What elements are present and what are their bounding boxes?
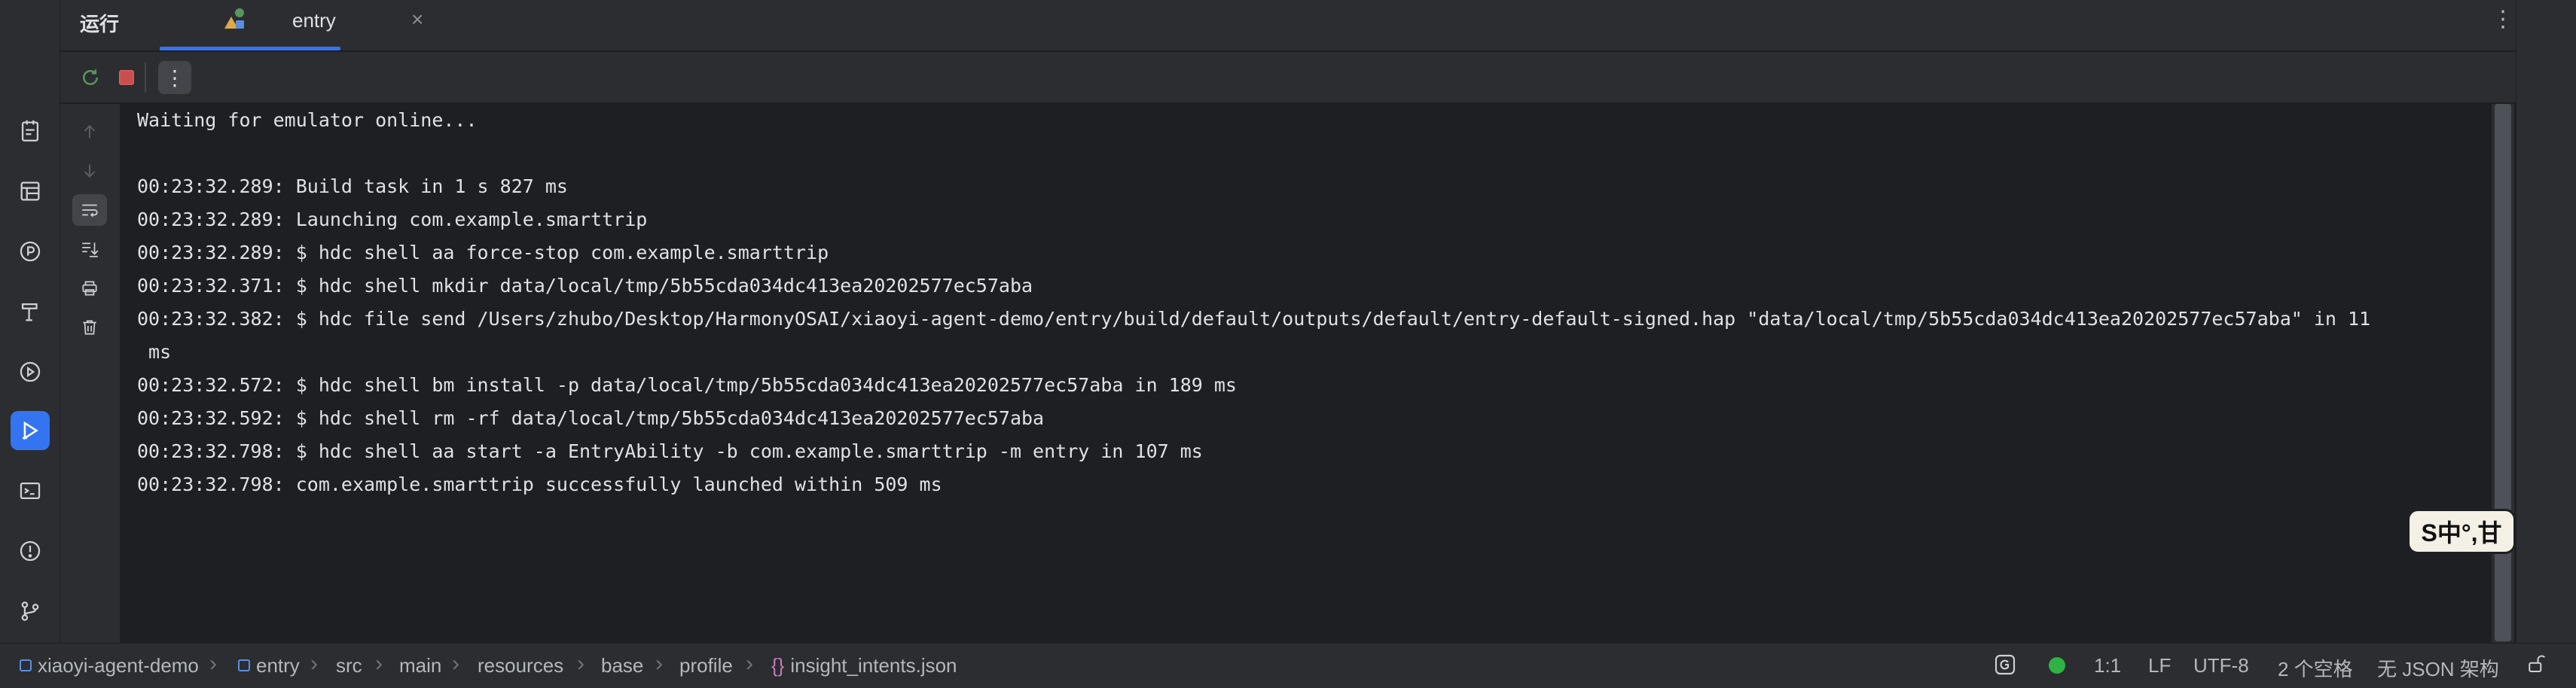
module-run-config-icon xyxy=(221,6,249,33)
breadcrumb-separator: › xyxy=(655,651,663,676)
left-tool-strip xyxy=(0,0,60,643)
console-line: 00:23:32.289: $ hdc shell aa force-stop … xyxy=(137,242,829,263)
caret-position[interactable]: 1:1 xyxy=(2094,654,2121,677)
console-line: 00:23:32.289: Launching com.example.smar… xyxy=(137,209,648,230)
terminal-icon[interactable] xyxy=(11,471,50,510)
json-file-icon: {} xyxy=(771,654,785,677)
run-icon[interactable] xyxy=(11,411,50,450)
more-options-icon[interactable]: ⋮ xyxy=(2492,6,2514,32)
print-icon[interactable] xyxy=(72,272,107,304)
status-bar: xiaoyi-agent-demo › entry › src › main ›… xyxy=(0,643,2576,688)
breadcrumb-separator: › xyxy=(746,651,753,676)
indent-setting[interactable]: 2 个空格 xyxy=(2278,654,2353,682)
toolbar-more-icon[interactable]: ⋮ xyxy=(158,61,191,94)
console-line: 00:23:32.382: $ hdc file send /Users/zhu… xyxy=(137,308,2371,330)
console-line: 00:23:32.371: $ hdc shell mkdir data/loc… xyxy=(137,275,1033,297)
breadcrumb-separator: › xyxy=(310,651,318,676)
right-tool-strip xyxy=(2516,0,2576,643)
breadcrumb-item-project[interactable]: xiaoyi-agent-demo xyxy=(20,654,199,677)
scroll-down-icon[interactable] xyxy=(72,155,107,187)
breadcrumb-separator: › xyxy=(452,651,459,676)
console-line: 00:23:32.798: $ hdc shell aa start -a En… xyxy=(137,440,1203,462)
status-indicator-dot[interactable] xyxy=(2049,657,2065,674)
module-icon xyxy=(20,659,32,671)
console-line: 00:23:32.289: Build task in 1 s 827 ms xyxy=(137,175,568,197)
breadcrumb-item-resources[interactable]: resources xyxy=(478,654,563,677)
problems-icon[interactable] xyxy=(11,531,50,571)
rerun-icon[interactable] xyxy=(74,61,107,94)
ide-window: 运行 entry × ⋮ ⋮ Waiting for emulator onli… xyxy=(0,0,2576,688)
stop-icon[interactable] xyxy=(110,61,143,94)
input-method-indicator[interactable]: S中°,甘 xyxy=(2407,509,2516,554)
json-schema[interactable]: 无 JSON 架构 xyxy=(2377,654,2499,682)
breadcrumb-item-base[interactable]: base xyxy=(601,654,643,677)
console-scrollbar[interactable] xyxy=(2492,104,2514,643)
console-output[interactable]: Waiting for emulator online... 00:23:32.… xyxy=(121,104,2492,643)
console-line: ms xyxy=(137,341,172,363)
breadcrumb-item-src[interactable]: src xyxy=(336,654,362,677)
grammarly-icon[interactable] xyxy=(1993,653,2017,682)
structure-icon[interactable] xyxy=(11,172,50,211)
breadcrumb-separator: › xyxy=(577,651,584,676)
version-control-icon[interactable] xyxy=(11,592,50,631)
console-line: Waiting for emulator online... xyxy=(137,109,478,131)
breadcrumb-label: insight_intents.json xyxy=(790,654,957,677)
breadcrumb-separator: › xyxy=(375,651,383,676)
console-line: 00:23:32.798: com.example.smarttrip succ… xyxy=(137,473,942,495)
line-separator[interactable]: LF xyxy=(2148,654,2171,677)
breadcrumb-item-file[interactable]: {} insight_intents.json xyxy=(771,654,957,677)
console-line: 00:23:32.572: $ hdc shell bm install -p … xyxy=(137,374,1237,396)
tab-entry[interactable]: entry × xyxy=(161,0,423,51)
services-icon[interactable] xyxy=(11,352,50,391)
profiler-icon[interactable] xyxy=(11,232,50,271)
tool-window-title: 运行 xyxy=(80,13,120,35)
scroll-up-icon[interactable] xyxy=(72,116,107,148)
active-tab-indicator xyxy=(160,47,340,50)
breadcrumb-label: entry xyxy=(256,654,300,677)
console-line: 00:23:32.592: $ hdc shell rm -rf data/lo… xyxy=(137,407,1045,429)
scroll-to-end-icon[interactable] xyxy=(72,233,107,265)
run-toolbar: ⋮ xyxy=(60,52,2516,103)
file-encoding[interactable]: UTF-8 xyxy=(2193,654,2249,677)
bookmarks-icon[interactable] xyxy=(11,111,50,151)
breadcrumb-item-main[interactable]: main xyxy=(399,654,441,677)
run-tool-window-header: 运行 entry × ⋮ xyxy=(60,0,2550,51)
console-side-toolbar xyxy=(60,104,121,643)
soft-wrap-icon[interactable] xyxy=(72,194,107,226)
lock-icon[interactable] xyxy=(2525,653,2547,680)
toolbar-separator xyxy=(145,62,146,93)
tab-label: entry xyxy=(292,9,336,32)
clear-all-icon[interactable] xyxy=(72,312,107,343)
breadcrumb-item-profile[interactable]: profile xyxy=(679,654,733,677)
breadcrumb-item-entry[interactable]: entry xyxy=(238,654,300,677)
breadcrumb-label: xiaoyi-agent-demo xyxy=(38,654,199,677)
breadcrumb-separator: › xyxy=(209,651,217,676)
scrollbar-thumb[interactable] xyxy=(2495,104,2511,641)
module-icon xyxy=(238,659,250,671)
build-icon[interactable] xyxy=(11,292,50,331)
close-icon[interactable]: × xyxy=(411,8,423,32)
